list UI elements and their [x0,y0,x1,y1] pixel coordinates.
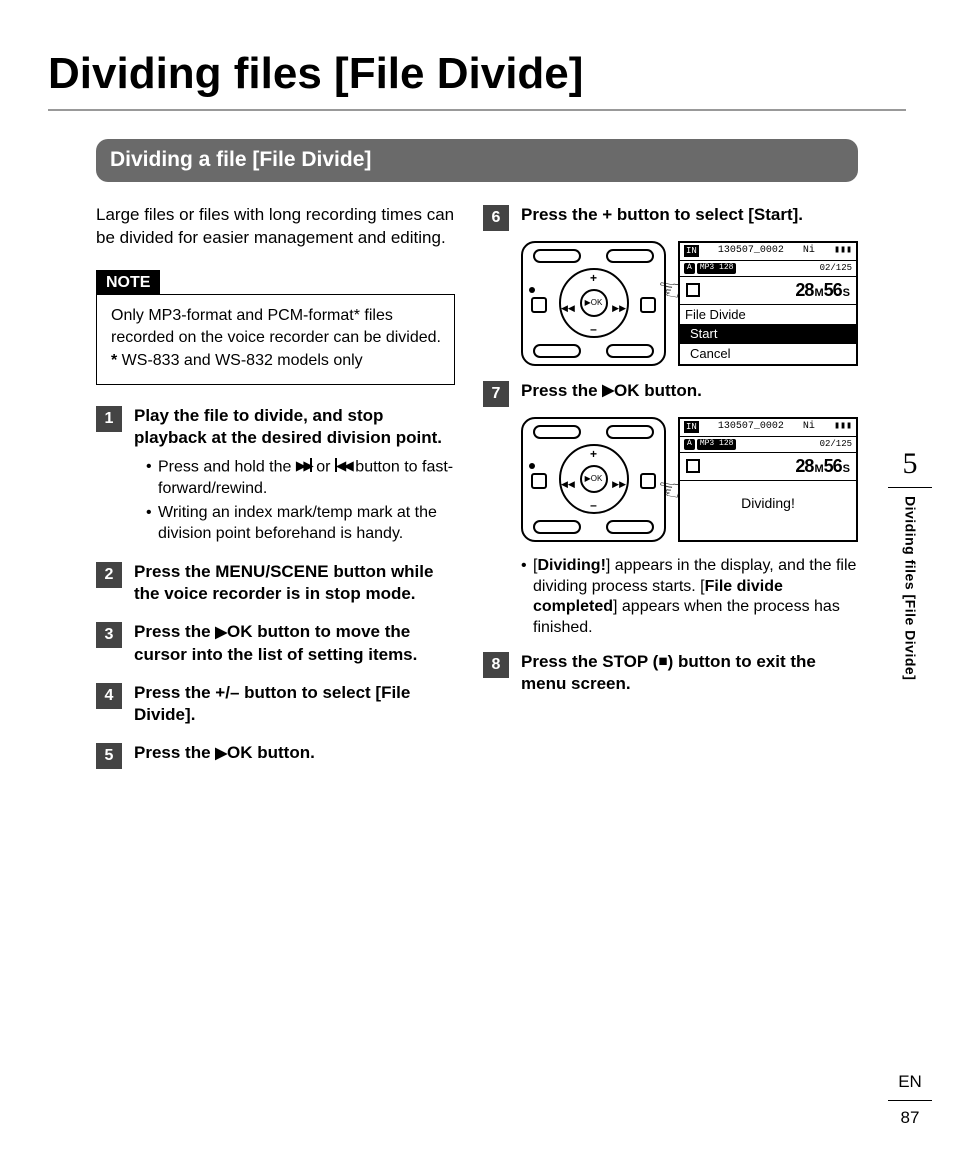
step-4-title: Press the +/– button to select [File Div… [134,682,455,726]
language-code: EN [888,1071,932,1101]
step-6: 6 Press the + button to select [Start]. [483,204,858,231]
step-7: 7 Press the OK button. [483,380,858,407]
step-2-title: Press the MENU/SCENE button while the vo… [134,561,455,605]
step-1-bullet-2: Writing an index mark/temp mark at the d… [146,503,455,545]
step-6-title: Press the + button to select [Start]. [521,204,858,226]
page-number: 87 [888,1107,932,1130]
rewind-icon [335,456,351,477]
step-1: 1 Play the file to divide, and stop play… [96,405,455,549]
page-footer: EN 87 [888,1071,932,1130]
step-number: 6 [483,205,509,231]
step-1-bullet-1: Press and hold the or button to fast-for… [146,457,455,499]
note-label: NOTE [96,270,160,296]
play-icon [215,621,227,643]
step-5-title: Press the OK button. [134,742,455,765]
stop-icon [686,459,700,473]
title-rule [48,109,906,111]
right-column: 6 Press the + button to select [Start]. … [483,204,858,781]
stop-icon [658,650,667,672]
recorder-diagram: ▶OK +– ◀◀▶▶ ☞ [521,241,666,366]
step-number: 8 [483,652,509,678]
step-number: 4 [96,683,122,709]
lcd-screen-dividing: IN130507_0002Ni▮▮▮ AMP3 12802/125 28M56S… [678,417,858,542]
step-4: 4 Press the +/– button to select [File D… [96,682,455,730]
lcd-screen-file-divide-menu: IN130507_0002Ni▮▮▮ AMP3 12802/125 28M56S… [678,241,858,366]
play-icon [602,379,614,401]
content-grid: Large files or files with long recording… [96,204,858,781]
step-number: 2 [96,562,122,588]
step-7-figures: ▶OK +– ◀◀▶▶ ☞ IN130507_0002Ni▮▮▮ AMP3 12… [521,417,858,542]
section-heading: Dividing a file [File Divide] [96,139,858,181]
step-8-title: Press the STOP () button to exit the men… [521,651,858,696]
step-7-title: Press the OK button. [521,380,858,403]
play-icon [215,742,227,764]
step-number: 3 [96,622,122,648]
note-box: Only MP3-format and PCM-format* files re… [96,294,455,385]
step-3: 3 Press the OK button to move the cursor… [96,621,455,670]
page-title: Dividing files [File Divide] [48,44,906,103]
stop-icon [686,283,700,297]
step-8: 8 Press the STOP () button to exit the m… [483,651,858,700]
step-number: 7 [483,381,509,407]
side-tab: 5 Dividing files [File Divide] [888,444,932,680]
recorder-diagram: ▶OK +– ◀◀▶▶ ☞ [521,417,666,542]
step-2: 2 Press the MENU/SCENE button while the … [96,561,455,609]
left-column: Large files or files with long recording… [96,204,455,781]
step-number: 1 [96,406,122,432]
step-5: 5 Press the OK button. [96,742,455,769]
section-label-vertical: Dividing files [File Divide] [901,496,920,680]
step-7-bullet: [Dividing!] appears in the display, and … [521,556,858,639]
note-line-2: * WS-833 and WS-832 models only [111,350,442,372]
chapter-number: 5 [888,444,932,488]
intro-text: Large files or files with long recording… [96,204,455,250]
step-1-title: Play the file to divide, and stop playba… [134,405,455,449]
fast-forward-icon [296,456,312,477]
note-block: NOTE Only MP3-format and PCM-format* fil… [96,270,455,385]
note-line-1: Only MP3-format and PCM-format* files re… [111,305,442,348]
step-3-title: Press the OK button to move the cursor i… [134,621,455,666]
step-number: 5 [96,743,122,769]
step-6-figures: ▶OK +– ◀◀▶▶ ☞ IN130507_0002Ni▮▮▮ AMP3 12… [521,241,858,366]
